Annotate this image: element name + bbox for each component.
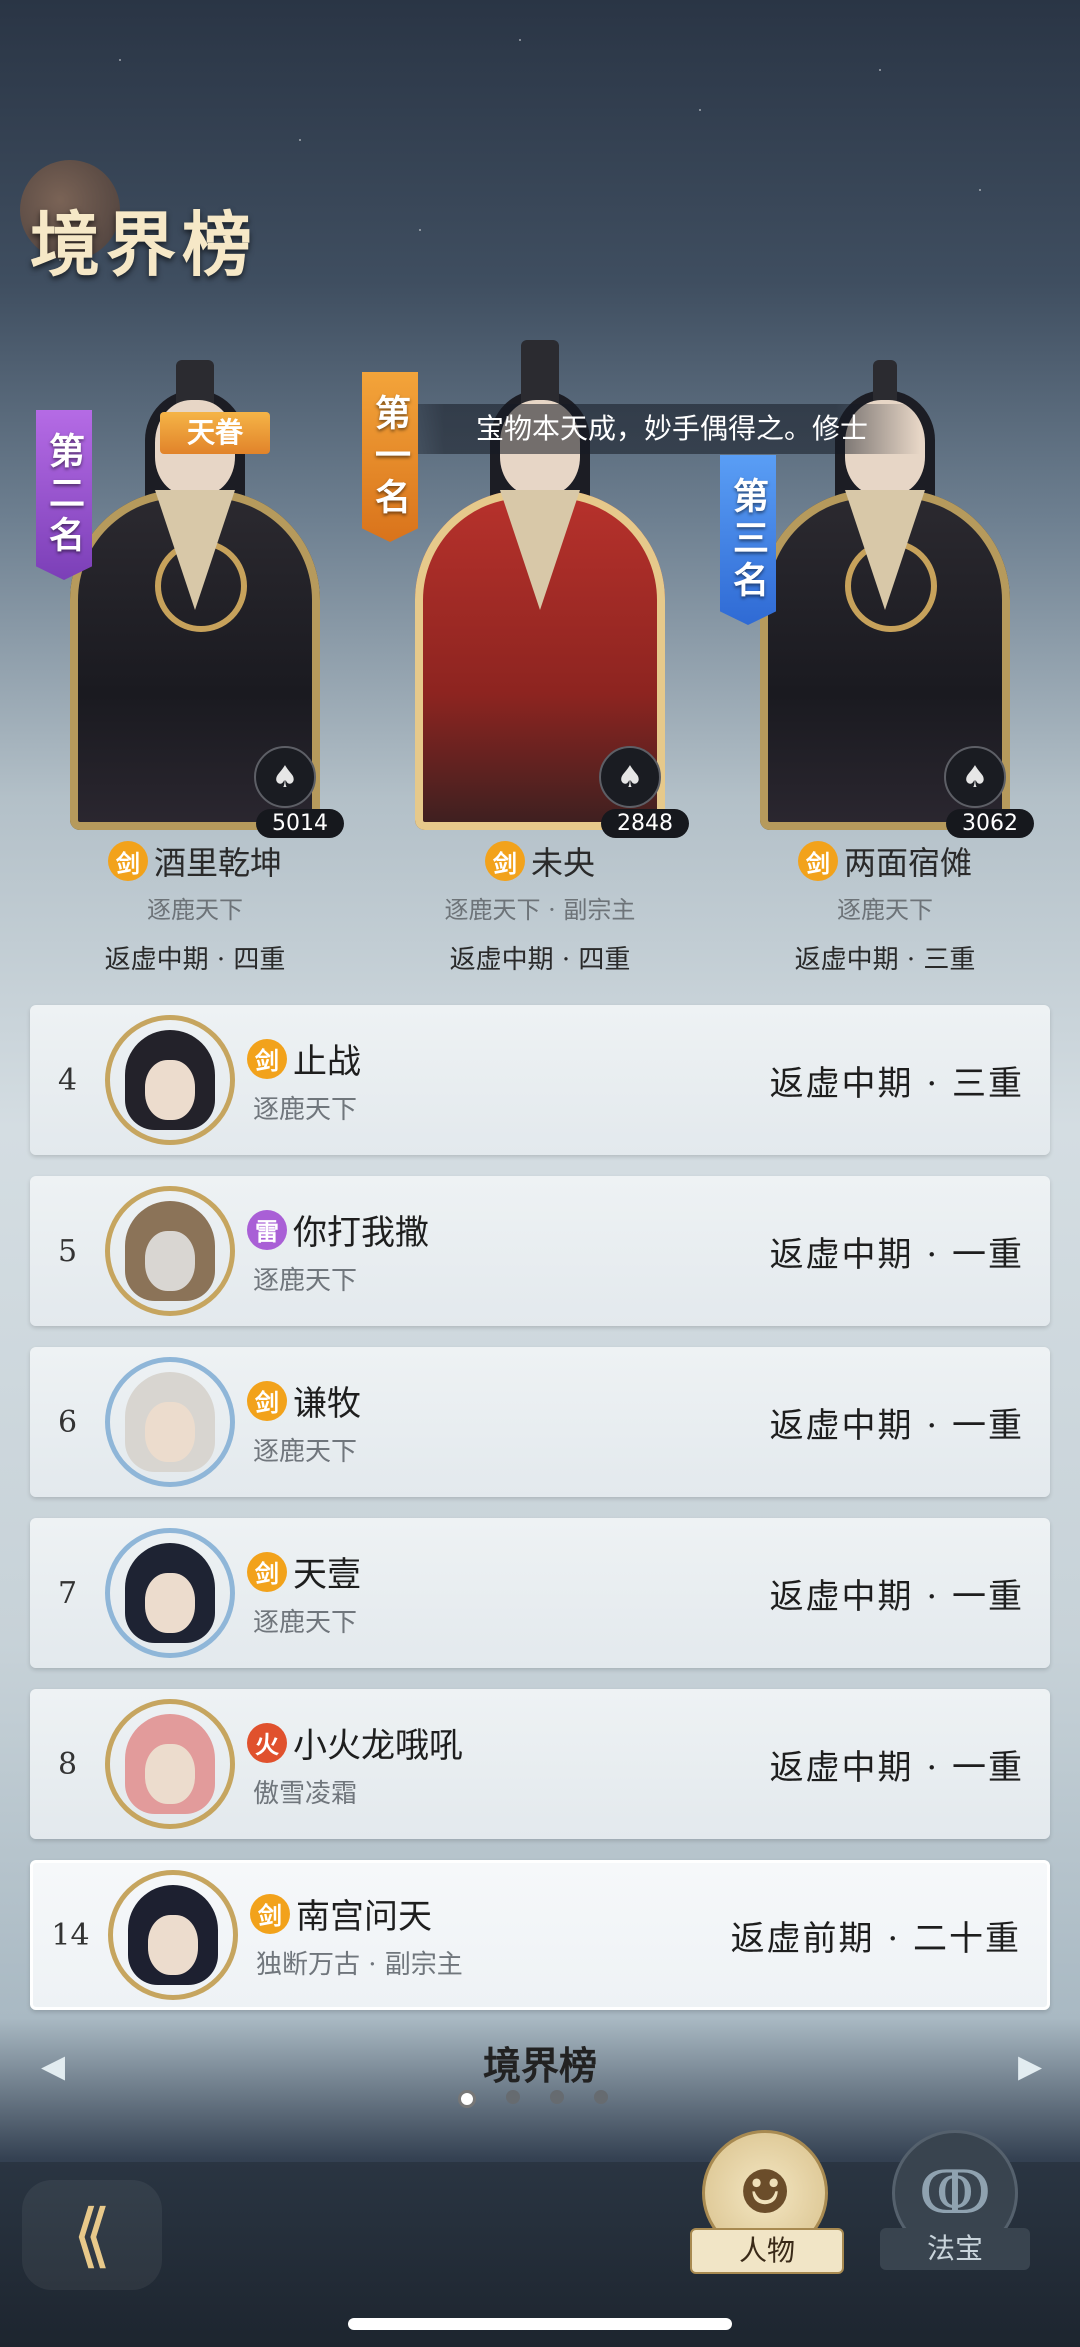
player-name: 止战 [293, 1042, 361, 1082]
power-value: 5014 [256, 809, 344, 838]
player-guild: 独断万古 · 副宗主 [256, 1950, 463, 1980]
player-name: 两面宿傩 [843, 844, 972, 882]
back-button[interactable]: ⟪ [22, 2180, 162, 2290]
element-sword-icon: 剑 [484, 841, 525, 881]
announcement-marquee: 宝物本天成，妙手偶得之。修士 [360, 404, 920, 454]
element-sword-icon: 剑 [247, 1038, 287, 1079]
player-realm: 返虚中期 · 三重 [794, 945, 976, 975]
tab-label: 人物 [690, 2228, 844, 2274]
ranking-row[interactable]: 4 剑止战 逐鹿天下 返虚中期 · 三重 [30, 1005, 1050, 1155]
player-name: 未央 [530, 844, 595, 882]
player-guild: 逐鹿天下 [837, 896, 933, 924]
player-guild: 逐鹿天下 [253, 1266, 358, 1296]
element-sword-icon: 剑 [247, 1551, 287, 1592]
top-player-info-2[interactable]: 剑酒里乾坤 逐鹿天下 返虚中期 · 四重 [30, 838, 360, 976]
page-title: 境界榜 [30, 203, 258, 286]
top-player-info-1[interactable]: 剑未央 逐鹿天下 · 副宗主 返虚中期 · 四重 [375, 838, 705, 976]
my-ranking-row[interactable]: 14 剑南宫问天 独断万古 · 副宗主 返虚前期 · 二十重 [30, 1860, 1050, 2010]
player-name: 南宫问天 [296, 1897, 432, 1937]
back-arrow-icon: ⟪ [72, 2194, 112, 2276]
ranking-row[interactable]: 8 火小火龙哦吼 傲雪凌霜 返虚中期 · 一重 [30, 1689, 1050, 1839]
player-realm: 返虚中期 · 四重 [449, 945, 631, 975]
player-guild: 傲雪凌霜 [253, 1779, 358, 1809]
player-guild: 逐鹿天下 [253, 1437, 358, 1467]
rank-number: 5 [57, 1233, 78, 1269]
element-sword-icon: 剑 [107, 841, 148, 881]
ranking-row[interactable]: 7 剑天壹 逐鹿天下 返虚中期 · 一重 [30, 1518, 1050, 1668]
spade-icon: ♠ [944, 746, 1006, 808]
rank-number: 6 [57, 1404, 78, 1440]
ranking-row[interactable]: 5 雷你打我撒 逐鹿天下 返虚中期 · 一重 [30, 1176, 1050, 1326]
player-realm: 返虚中期 · 一重 [769, 1234, 1024, 1275]
player-realm: 返虚中期 · 四重 [104, 945, 286, 975]
player-name: 天壹 [293, 1555, 361, 1595]
page-dot[interactable] [594, 2090, 608, 2104]
element-sword-icon: 剑 [797, 841, 838, 881]
power-value: 3062 [946, 809, 1034, 838]
page-dot[interactable] [550, 2090, 564, 2104]
player-name: 小火龙哦吼 [293, 1726, 463, 1766]
player-realm: 返虚中期 · 一重 [769, 1405, 1024, 1446]
power-badge: ♠ 3062 [944, 746, 1034, 838]
player-name: 你打我撒 [293, 1213, 429, 1253]
spade-icon: ♠ [599, 746, 661, 808]
ranking-list: 4 剑止战 逐鹿天下 返虚中期 · 三重 5 雷你打我撒 逐鹿天下 返虚中期 ·… [30, 1005, 1050, 2031]
top-player-info-3[interactable]: 剑两面宿傩 逐鹿天下 返虚中期 · 三重 [720, 838, 1050, 976]
tab-characters[interactable]: ☻ 人物 [690, 2130, 844, 2274]
avatar[interactable] [105, 1699, 235, 1829]
player-guild: 逐鹿天下 [253, 1608, 358, 1638]
rank-number: 14 [51, 1917, 90, 1953]
rank-banner-2: 第二名 [36, 410, 92, 580]
element-sword-icon: 剑 [247, 1380, 287, 1421]
rank-number: 4 [57, 1062, 78, 1098]
avatar[interactable] [105, 1357, 235, 1487]
player-guild: 逐鹿天下 · 副宗主 [444, 896, 636, 924]
avatar[interactable] [105, 1015, 235, 1145]
title-badge: 天眷 [160, 412, 270, 454]
page-header: 境界榜 [30, 180, 258, 290]
player-realm: 返虚中期 · 一重 [769, 1576, 1024, 1617]
rank-number: 8 [57, 1746, 78, 1782]
tab-treasures[interactable]: ↂ 法宝 [880, 2130, 1030, 2270]
tab-label: 法宝 [880, 2228, 1030, 2270]
player-name: 酒里乾坤 [153, 844, 282, 882]
player-guild: 逐鹿天下 [253, 1095, 358, 1125]
page-dot[interactable] [458, 2090, 476, 2108]
rank-banner-1: 第一名 [362, 372, 418, 542]
ranking-row[interactable]: 6 剑谦牧 逐鹿天下 返虚中期 · 一重 [30, 1347, 1050, 1497]
spade-icon: ♠ [254, 746, 316, 808]
marquee-text: 宝物本天成，妙手偶得之。修士 [476, 412, 869, 445]
power-badge: ♠ 5014 [254, 746, 344, 838]
rank-banner-3: 第三名 [720, 455, 776, 625]
player-name: 谦牧 [293, 1384, 361, 1424]
player-realm: 返虚前期 · 二十重 [730, 1918, 1021, 1959]
leaderboard-name: 境界榜 [482, 2043, 597, 2088]
avatar[interactable] [105, 1186, 235, 1316]
player-guild: 逐鹿天下 [147, 896, 243, 924]
element-sword-icon: 剑 [250, 1893, 290, 1934]
player-realm: 返虚中期 · 三重 [769, 1063, 1024, 1104]
page-indicator [458, 2090, 608, 2108]
page-dot[interactable] [506, 2090, 520, 2104]
home-indicator[interactable] [348, 2318, 732, 2330]
rank-number: 7 [57, 1575, 78, 1611]
element-thunder-icon: 雷 [247, 1209, 287, 1250]
avatar[interactable] [105, 1528, 235, 1658]
element-fire-icon: 火 [247, 1722, 287, 1763]
player-realm: 返虚中期 · 一重 [769, 1747, 1024, 1788]
power-value: 2848 [601, 809, 689, 838]
power-badge: ♠ 2848 [599, 746, 689, 838]
avatar[interactable] [108, 1870, 238, 2000]
